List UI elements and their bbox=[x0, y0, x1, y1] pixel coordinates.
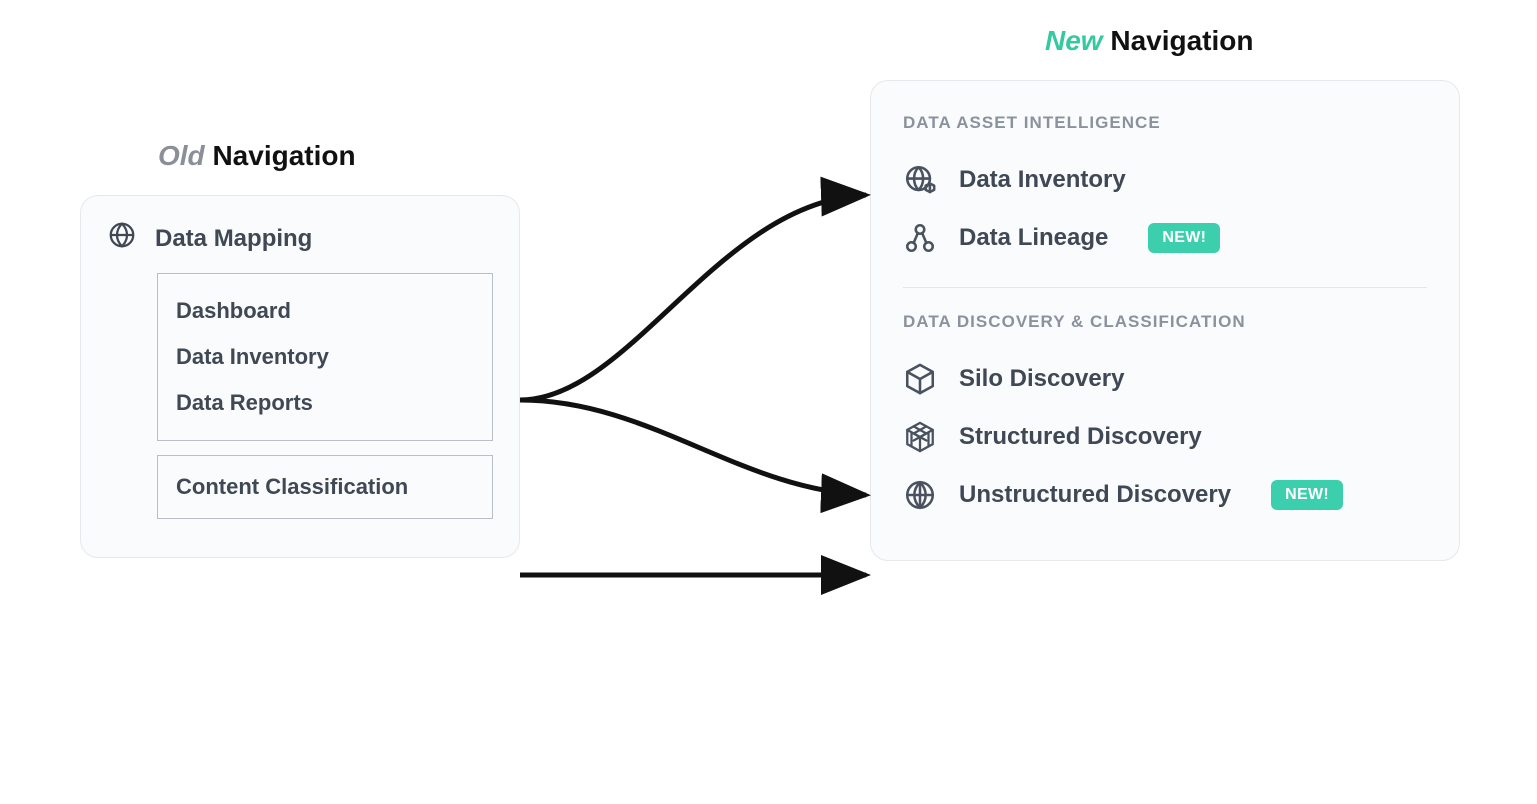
rubik-cube-icon bbox=[903, 420, 937, 454]
section-1-label: DATA ASSET INTELLIGENCE bbox=[903, 113, 1427, 133]
globe-icon bbox=[107, 220, 137, 257]
nav-item-label: Structured Discovery bbox=[959, 423, 1202, 451]
section-divider bbox=[903, 287, 1427, 288]
old-group-1: Dashboard Data Inventory Data Reports bbox=[157, 273, 493, 441]
new-rest: Navigation bbox=[1103, 25, 1254, 56]
nav-item-silo-discovery[interactable]: Silo Discovery bbox=[903, 350, 1427, 408]
nav-item-unstructured-discovery[interactable]: Unstructured Discovery NEW! bbox=[903, 466, 1427, 524]
new-nav-panel: DATA ASSET INTELLIGENCE Data Inventory D… bbox=[870, 80, 1460, 561]
section-2-label: DATA DISCOVERY & CLASSIFICATION bbox=[903, 312, 1427, 332]
old-heading-label: Data Mapping bbox=[155, 225, 312, 253]
old-item-dashboard: Dashboard bbox=[176, 288, 474, 334]
nav-item-label: Unstructured Discovery bbox=[959, 481, 1231, 509]
old-prefix: Old bbox=[158, 140, 205, 171]
cube-icon bbox=[903, 362, 937, 396]
old-item-content-classification: Content Classification bbox=[176, 470, 474, 504]
old-item-data-inventory: Data Inventory bbox=[176, 334, 474, 380]
nav-item-label: Silo Discovery bbox=[959, 365, 1124, 393]
new-prefix: New bbox=[1045, 25, 1103, 56]
new-badge: NEW! bbox=[1148, 223, 1220, 253]
nav-item-label: Data Lineage bbox=[959, 224, 1108, 252]
globe-box-icon bbox=[903, 163, 937, 197]
nav-item-structured-discovery[interactable]: Structured Discovery bbox=[903, 408, 1427, 466]
old-item-data-reports: Data Reports bbox=[176, 380, 474, 426]
old-rest: Navigation bbox=[205, 140, 356, 171]
new-badge: NEW! bbox=[1271, 480, 1343, 510]
old-nav-title: Old Navigation bbox=[158, 140, 356, 172]
nav-item-data-inventory[interactable]: Data Inventory bbox=[903, 151, 1427, 209]
globe-intersect-icon bbox=[903, 478, 937, 512]
lineage-icon bbox=[903, 221, 937, 255]
old-nav-panel: Data Mapping Dashboard Data Inventory Da… bbox=[80, 195, 520, 558]
new-nav-title: New Navigation bbox=[1045, 25, 1254, 57]
nav-item-data-lineage[interactable]: Data Lineage NEW! bbox=[903, 209, 1427, 267]
old-group-2: Content Classification bbox=[157, 455, 493, 519]
old-nav-heading: Data Mapping bbox=[107, 220, 493, 257]
nav-item-label: Data Inventory bbox=[959, 166, 1126, 194]
